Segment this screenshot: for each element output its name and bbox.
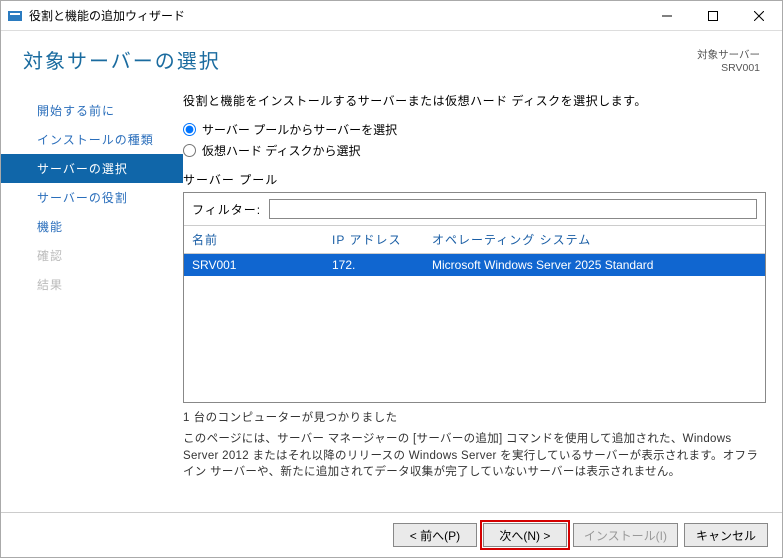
- radio-vhd-label: 仮想ハード ディスクから選択: [202, 142, 361, 159]
- next-button[interactable]: 次へ(N) >: [483, 523, 567, 547]
- radio-server-pool-input[interactable]: [183, 123, 196, 136]
- cell-ip: 172.: [332, 258, 432, 272]
- window-title: 役割と機能の追加ウィザード: [29, 7, 644, 24]
- description-text: このページには、サーバー マネージャーの [サーバーの追加] コマンドを使用して…: [183, 431, 766, 481]
- cell-name: SRV001: [192, 258, 332, 272]
- filter-input[interactable]: [269, 199, 757, 219]
- footer: < 前へ(P) 次へ(N) > インストール(I) キャンセル: [1, 512, 782, 557]
- col-header-name[interactable]: 名前: [192, 231, 332, 248]
- radio-server-pool-label: サーバー プールからサーバーを選択: [202, 121, 397, 138]
- filter-label: フィルター:: [192, 201, 261, 218]
- body: 開始する前に インストールの種類 サーバーの選択 サーバーの役割 機能 確認 結…: [1, 74, 782, 512]
- found-count: 1 台のコンピューターが見つかりました: [183, 409, 766, 425]
- sidebar-item-confirm: 確認: [1, 241, 183, 270]
- target-server-name: SRV001: [697, 62, 760, 74]
- sidebar-item-install-type[interactable]: インストールの種類: [1, 125, 183, 154]
- sidebar: 開始する前に インストールの種類 サーバーの選択 サーバーの役割 機能 確認 結…: [1, 92, 183, 512]
- header: 対象サーバーの選択 対象サーバー SRV001: [1, 31, 782, 74]
- filter-row: フィルター:: [184, 193, 765, 226]
- close-button[interactable]: [736, 2, 782, 30]
- table-row[interactable]: SRV001 172. Microsoft Windows Server 202…: [184, 254, 765, 276]
- cancel-button[interactable]: キャンセル: [684, 523, 768, 547]
- server-pool-box: フィルター: 名前 IP アドレス オペレーティング システム SRV001 1…: [183, 192, 766, 403]
- server-pool-label: サーバー プール: [183, 171, 766, 188]
- maximize-button[interactable]: [690, 2, 736, 30]
- page-title: 対象サーバーの選択: [23, 45, 697, 74]
- col-header-ip[interactable]: IP アドレス: [332, 231, 432, 248]
- minimize-button[interactable]: [644, 2, 690, 30]
- titlebar: 役割と機能の追加ウィザード: [1, 1, 782, 31]
- sidebar-item-server-selection[interactable]: サーバーの選択: [1, 154, 183, 183]
- sidebar-item-before-begin[interactable]: 開始する前に: [1, 96, 183, 125]
- radio-server-pool[interactable]: サーバー プールからサーバーを選択: [183, 121, 766, 138]
- window-controls: [644, 2, 782, 30]
- radio-vhd[interactable]: 仮想ハード ディスクから選択: [183, 142, 766, 159]
- sidebar-item-results: 結果: [1, 270, 183, 299]
- col-header-os[interactable]: オペレーティング システム: [432, 231, 757, 248]
- sidebar-item-server-roles[interactable]: サーバーの役割: [1, 183, 183, 212]
- prev-button[interactable]: < 前へ(P): [393, 523, 477, 547]
- app-icon: [7, 8, 23, 24]
- main-panel: 役割と機能をインストールするサーバーまたは仮想ハード ディスクを選択します。 サ…: [183, 92, 766, 512]
- target-label: 対象サーバー: [697, 47, 760, 62]
- install-button: インストール(I): [573, 523, 678, 547]
- cell-os: Microsoft Windows Server 2025 Standard: [432, 258, 757, 272]
- target-info: 対象サーバー SRV001: [697, 45, 760, 74]
- table-header: 名前 IP アドレス オペレーティング システム: [184, 226, 765, 254]
- radio-vhd-input[interactable]: [183, 144, 196, 157]
- sidebar-item-features[interactable]: 機能: [1, 212, 183, 241]
- instruction-text: 役割と機能をインストールするサーバーまたは仮想ハード ディスクを選択します。: [183, 92, 766, 109]
